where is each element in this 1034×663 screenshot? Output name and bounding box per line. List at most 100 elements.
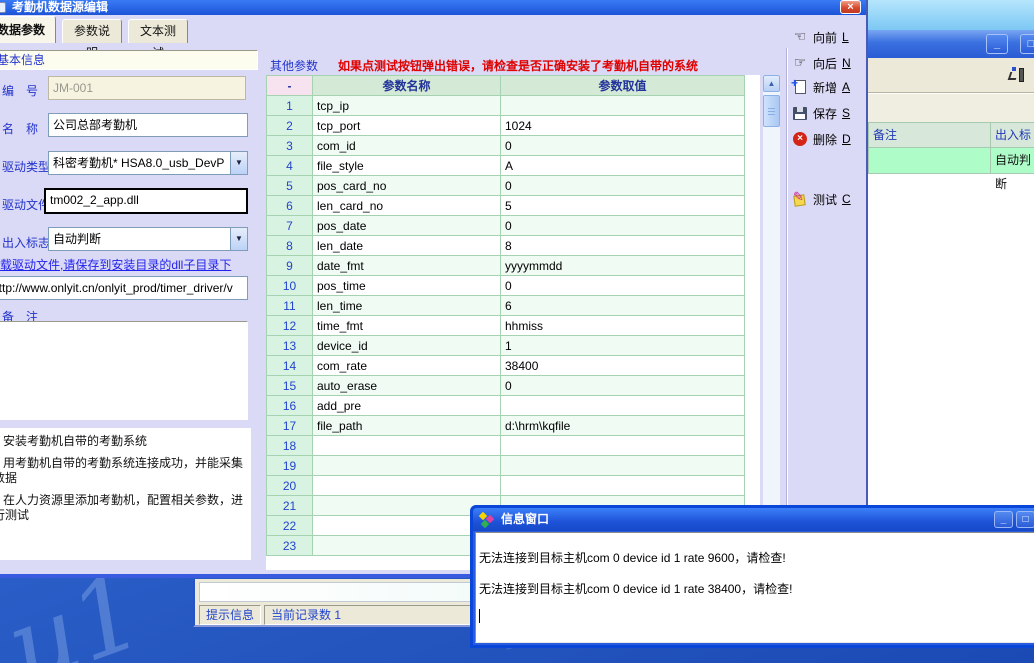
table-row[interactable]: 2 tcp_port 1024 xyxy=(267,116,745,136)
param-value-cell[interactable]: 1 xyxy=(501,336,745,356)
maximize-button[interactable]: □ xyxy=(1020,34,1034,54)
table-row[interactable]: 7 pos_date 0 xyxy=(267,216,745,236)
table-row[interactable]: 17 file_path d:\hrm\kqfile xyxy=(267,416,745,436)
param-value-cell[interactable]: A xyxy=(501,156,745,176)
driver-file-field[interactable]: tm002_2_app.dll xyxy=(44,188,248,214)
table-row[interactable]: 18 xyxy=(267,436,745,456)
delete-button[interactable]: × 删除 D xyxy=(792,128,851,150)
minimize-button[interactable]: _ xyxy=(994,511,1013,528)
driver-type-select[interactable]: 科密考勤机* HSA8.0_usb_DevP ▼ xyxy=(48,151,248,175)
col-value[interactable]: 参数取值 xyxy=(501,76,745,96)
scroll-up-icon[interactable]: ▲ xyxy=(763,75,780,92)
tab-data-params[interactable]: 数据参数 xyxy=(0,16,56,43)
maximize-button[interactable]: □ xyxy=(1016,511,1034,528)
param-name-cell[interactable]: pos_card_no xyxy=(313,176,501,196)
download-driver-link[interactable]: 下载驱动文件,请保存到安装目录的dll子目录下 xyxy=(0,256,231,273)
param-value-cell[interactable]: 1024 xyxy=(501,116,745,136)
param-name-cell[interactable]: file_style xyxy=(313,156,501,176)
name-field[interactable]: 公司总部考勤机 xyxy=(48,113,248,137)
param-name-cell[interactable]: len_time xyxy=(313,296,501,316)
row-number: 14 xyxy=(267,356,313,376)
param-value-cell[interactable]: 0 xyxy=(501,216,745,236)
inout-select[interactable]: 自动判断 ▼ xyxy=(48,227,248,251)
table-row[interactable]: 5 pos_card_no 0 xyxy=(267,176,745,196)
param-value-cell[interactable] xyxy=(501,96,745,116)
param-value-cell[interactable]: 8 xyxy=(501,236,745,256)
param-value-cell[interactable]: 0 xyxy=(501,376,745,396)
row-number: 4 xyxy=(267,156,313,176)
param-name-cell[interactable]: len_date xyxy=(313,236,501,256)
table-row[interactable]: 1 tcp_ip xyxy=(267,96,745,116)
param-name-cell[interactable] xyxy=(313,456,501,476)
col-name[interactable]: 参数名称 xyxy=(313,76,501,96)
table-row[interactable]: 12 time_fmt hhmiss xyxy=(267,316,745,336)
table-row[interactable]: 10 pos_time 0 xyxy=(267,276,745,296)
param-name-cell[interactable] xyxy=(313,436,501,456)
param-value-cell[interactable]: 0 xyxy=(501,176,745,196)
param-name-cell[interactable]: device_id xyxy=(313,336,501,356)
param-value-cell[interactable]: 0 xyxy=(501,276,745,296)
dialog-titlebar[interactable]: 考勤机数据源编辑 × xyxy=(0,0,866,15)
table-row[interactable]: 15 auto_erase 0 xyxy=(267,376,745,396)
param-name-cell[interactable]: com_id xyxy=(313,136,501,156)
scrollbar-thumb[interactable] xyxy=(763,95,780,127)
add-button[interactable]: + 新增 A xyxy=(792,76,850,98)
cell-inout[interactable]: 自动判断 xyxy=(990,148,1034,174)
test-button[interactable]: ✎ 测试 C xyxy=(792,188,851,210)
param-name-cell[interactable]: auto_erase xyxy=(313,376,501,396)
table-row[interactable]: 16 add_pre xyxy=(267,396,745,416)
close-icon[interactable]: × xyxy=(840,0,861,14)
driver-url-field[interactable]: http://www.onlyit.cn/onlyit_prod/timer_d… xyxy=(0,276,248,300)
background-table-row[interactable]: 自动判断 xyxy=(868,148,1034,174)
param-name-cell[interactable]: file_path xyxy=(313,416,501,436)
param-value-cell[interactable]: 5 xyxy=(501,196,745,216)
table-row[interactable]: 4 file_style A xyxy=(267,156,745,176)
param-value-cell[interactable]: 38400 xyxy=(501,356,745,376)
param-value-cell[interactable]: d:\hrm\kqfile xyxy=(501,416,745,436)
cell-remark[interactable] xyxy=(868,148,990,174)
table-row[interactable]: 6 len_card_no 5 xyxy=(267,196,745,216)
param-name-cell[interactable]: len_card_no xyxy=(313,196,501,216)
exit-icon[interactable] xyxy=(1008,67,1024,83)
param-value-cell[interactable]: hhmiss xyxy=(501,316,745,336)
test-label: 测试 xyxy=(813,191,837,208)
remark-textarea[interactable] xyxy=(0,321,248,420)
param-name-cell[interactable] xyxy=(313,476,501,496)
param-name-cell[interactable]: pos_date xyxy=(313,216,501,236)
next-button[interactable]: ☞ 向后 N xyxy=(792,52,851,74)
param-name-cell[interactable]: time_fmt xyxy=(313,316,501,336)
param-value-cell[interactable]: yyyymmdd xyxy=(501,256,745,276)
table-scrollbar[interactable]: ▲ ▼ xyxy=(763,75,780,570)
instruction-line: 1 安装考勤机自带的考勤系统 xyxy=(0,434,247,449)
previous-button[interactable]: ☜ 向前 L xyxy=(792,26,849,48)
param-value-cell[interactable]: 6 xyxy=(501,296,745,316)
table-row[interactable]: 11 len_time 6 xyxy=(267,296,745,316)
param-value-cell[interactable] xyxy=(501,396,745,416)
tab-param-help[interactable]: 参数说明 xyxy=(62,19,122,43)
param-name-cell[interactable]: com_rate xyxy=(313,356,501,376)
table-row[interactable]: 19 xyxy=(267,456,745,476)
table-row[interactable]: 3 com_id 0 xyxy=(267,136,745,156)
table-row[interactable]: 20 xyxy=(267,476,745,496)
minimize-button[interactable]: _ xyxy=(986,34,1008,54)
param-name-cell[interactable]: add_pre xyxy=(313,396,501,416)
chevron-down-icon[interactable]: ▼ xyxy=(230,228,247,250)
table-row[interactable]: 13 device_id 1 xyxy=(267,336,745,356)
param-name-cell[interactable]: tcp_port xyxy=(313,116,501,136)
param-name-cell[interactable]: pos_time xyxy=(313,276,501,296)
info-message-area[interactable]: 无法连接到目标主机com 0 device id 1 rate 9600，请检查… xyxy=(475,532,1034,643)
chevron-down-icon[interactable]: ▼ xyxy=(230,152,247,174)
table-row[interactable]: 14 com_rate 38400 xyxy=(267,356,745,376)
param-value-cell[interactable] xyxy=(501,436,745,456)
param-name-cell[interactable]: date_fmt xyxy=(313,256,501,276)
table-row[interactable]: 9 date_fmt yyyymmdd xyxy=(267,256,745,276)
tab-text-test[interactable]: 文本测试 xyxy=(128,19,188,43)
info-window-titlebar[interactable]: 信息窗口 _ □ xyxy=(473,508,1034,531)
param-name-cell[interactable]: tcp_ip xyxy=(313,96,501,116)
param-value-cell[interactable] xyxy=(501,476,745,496)
save-button[interactable]: 保存 S xyxy=(792,102,850,124)
param-value-cell[interactable] xyxy=(501,456,745,476)
table-row[interactable]: 8 len_date 8 xyxy=(267,236,745,256)
id-field[interactable]: JM-001 xyxy=(48,76,246,100)
param-value-cell[interactable]: 0 xyxy=(501,136,745,156)
